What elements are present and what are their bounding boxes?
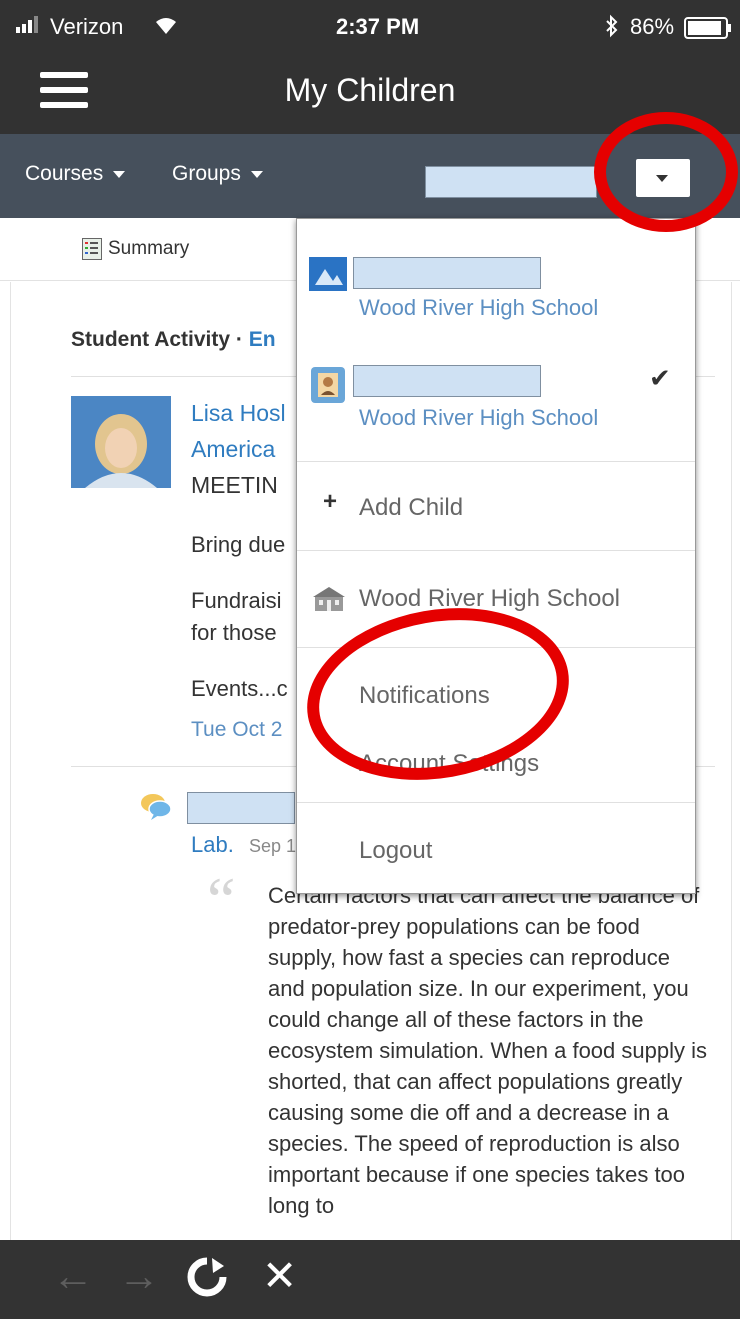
child-avatar-icon: [311, 367, 345, 403]
courses-label: Courses: [25, 162, 104, 185]
wifi-icon: [152, 14, 180, 42]
redacted-child-name: [425, 166, 597, 198]
plus-icon: +: [323, 488, 338, 515]
close-icon[interactable]: ✕: [262, 1250, 297, 1302]
browser-toolbar: ← → ✕: [0, 1240, 740, 1319]
notifications-label: Notifications: [359, 682, 490, 709]
signal-icon: [16, 14, 46, 40]
redacted-child-name: [353, 257, 541, 289]
caret-down-icon: [250, 170, 263, 178]
author-avatar: [71, 396, 171, 488]
child-switcher-button[interactable]: [636, 159, 690, 197]
post-date: Tue Oct 2: [191, 718, 283, 741]
comment-icon: [139, 792, 173, 827]
carrier-name: Verizon: [50, 14, 124, 39]
bluetooth-icon: [604, 14, 620, 44]
comment-quote: Certain factors that can affect the bala…: [268, 883, 707, 1218]
groups-dropdown[interactable]: Groups: [172, 162, 263, 186]
status-bar: Verizon 2:37 PM 86%: [0, 0, 740, 56]
logout-label: Logout: [359, 837, 433, 864]
post-line: Fundraisi: [191, 588, 282, 613]
battery-icon: [684, 17, 732, 45]
forward-arrow-icon[interactable]: →: [118, 1250, 160, 1302]
comment-lab-link[interactable]: Lab.: [191, 832, 234, 858]
post-line: Events...c: [191, 676, 288, 701]
caret-down-icon: [113, 170, 126, 178]
summary-icon: [82, 238, 102, 260]
post-line: Bring due: [191, 532, 286, 557]
child-avatar-icon: [309, 257, 347, 291]
menu-item-child-2[interactable]: ✔ Wood River High School: [297, 349, 695, 459]
clock: 2:37 PM: [336, 14, 420, 39]
app-header: My Children: [0, 56, 740, 134]
child-school: Wood River High School: [359, 295, 599, 320]
redacted-commenter-name: [187, 792, 295, 824]
post-title: MEETIN: [191, 472, 278, 498]
post-author[interactable]: Lisa Hosl: [191, 400, 286, 427]
tab-summary[interactable]: Summary: [82, 238, 189, 260]
school-icon: [311, 585, 347, 618]
menu-item-add-child[interactable]: + Add Child: [297, 462, 695, 550]
add-child-label: Add Child: [359, 494, 464, 521]
menu-item-notifications[interactable]: Notifications: [297, 648, 695, 720]
post-course[interactable]: America: [191, 436, 275, 463]
refresh-icon[interactable]: [186, 1256, 228, 1310]
menu-item-school[interactable]: Wood River High School: [297, 551, 695, 647]
section-title-text: Student Activity ·: [71, 328, 243, 351]
child-switcher-menu: Wood River High School ✔ Wood River High…: [296, 218, 696, 894]
caret-down-icon: [656, 175, 668, 182]
checkmark-icon: ✔: [649, 363, 671, 393]
menu-item-account-settings[interactable]: Account Settings: [297, 720, 695, 802]
courses-dropdown[interactable]: Courses: [25, 162, 126, 186]
comment-date: Sep 1: [249, 836, 297, 856]
post-line: for those: [191, 620, 277, 645]
groups-label: Groups: [172, 162, 241, 185]
quote-mark-icon: “: [207, 864, 236, 935]
child-school: Wood River High School: [359, 405, 599, 430]
back-arrow-icon[interactable]: ←: [52, 1250, 94, 1302]
sub-navigation: Courses Groups: [0, 134, 740, 218]
school-link-label: Wood River High School: [359, 585, 621, 612]
redacted-child-name: [353, 365, 541, 397]
menu-item-logout[interactable]: Logout: [297, 803, 695, 891]
account-settings-label: Account Settings: [359, 750, 540, 777]
page-title: My Children: [284, 72, 456, 108]
section-link[interactable]: En: [249, 328, 276, 351]
battery-percent: 86%: [630, 14, 675, 39]
menu-item-child-1[interactable]: Wood River High School: [297, 219, 695, 335]
section-title: Student Activity · En: [71, 328, 276, 352]
summary-label: Summary: [108, 238, 190, 260]
